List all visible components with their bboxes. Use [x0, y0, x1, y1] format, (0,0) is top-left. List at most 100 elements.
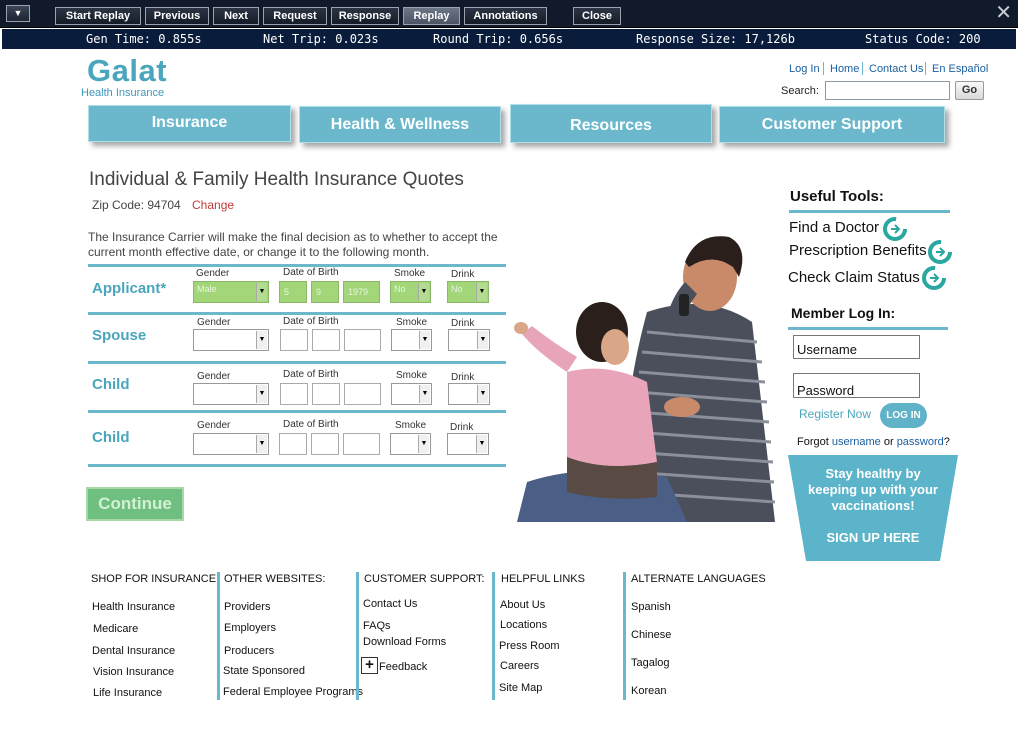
home-link[interactable]: Home: [830, 63, 859, 75]
request-button[interactable]: Request: [263, 7, 327, 25]
footer-link[interactable]: Locations: [500, 619, 547, 631]
footer-link[interactable]: Chinese: [631, 629, 671, 641]
gender-header: Gender: [197, 371, 231, 382]
nav-customer-support[interactable]: Customer Support: [719, 106, 945, 143]
nav-health-wellness[interactable]: Health & Wellness: [299, 106, 501, 143]
nav-resources[interactable]: Resources: [510, 104, 712, 143]
close-button[interactable]: Close: [573, 7, 621, 25]
child-smoke-select[interactable]: ▼: [390, 433, 431, 455]
menu-dropdown-icon[interactable]: ▼: [6, 5, 30, 22]
logo-subtitle: Health Insurance: [81, 87, 165, 99]
child-dob-day[interactable]: [312, 383, 340, 405]
footer-link[interactable]: Tagalog: [631, 657, 670, 669]
spouse-gender-select[interactable]: ▼: [193, 329, 269, 351]
forgot-or: or: [880, 436, 897, 448]
continue-button[interactable]: Continue: [86, 487, 184, 521]
smoke-header: Smoke: [396, 370, 428, 381]
child-drink-select[interactable]: ▼: [448, 383, 490, 405]
child-dob-year[interactable]: [343, 433, 380, 455]
applicant-dob-month[interactable]: 5: [279, 281, 307, 303]
child-dob-year[interactable]: [344, 383, 381, 405]
password-field[interactable]: Password: [793, 373, 920, 398]
child-gender-select[interactable]: ▼: [193, 383, 269, 405]
footer-link[interactable]: Life Insurance: [93, 687, 162, 699]
footer-link[interactable]: Korean: [631, 685, 666, 697]
footer-link[interactable]: Spanish: [631, 601, 671, 613]
footer-link[interactable]: Dental Insurance: [92, 645, 175, 657]
footer-link[interactable]: Press Room: [499, 640, 560, 652]
previous-button[interactable]: Previous: [145, 7, 209, 25]
applicant-gender-value: Male: [197, 284, 217, 294]
start-replay-button[interactable]: Start Replay: [55, 7, 141, 25]
contact-us-link[interactable]: Contact Us: [869, 63, 923, 75]
plus-icon[interactable]: +: [361, 657, 378, 674]
next-button[interactable]: Next: [213, 7, 259, 25]
footer-link[interactable]: Vision Insurance: [93, 666, 174, 678]
footer-link[interactable]: Medicare: [93, 623, 138, 635]
search-input[interactable]: [825, 81, 950, 100]
arrow-right-icon[interactable]: [922, 266, 946, 290]
page-title: Individual & Family Health Insurance Quo…: [89, 169, 464, 190]
spouse-drink-select[interactable]: ▼: [448, 329, 490, 351]
nav-insurance[interactable]: Insurance: [88, 105, 291, 142]
footer-link[interactable]: Careers: [500, 660, 539, 672]
footer-link[interactable]: Contact Us: [363, 598, 417, 610]
footer-languages-heading: ALTERNATE LANGUAGES: [631, 573, 766, 585]
applicant-dob-day[interactable]: 9: [311, 281, 339, 303]
spouse-smoke-select[interactable]: ▼: [391, 329, 432, 351]
prescription-benefits-link[interactable]: Prescription Benefits: [789, 242, 927, 259]
row-divider: [88, 312, 506, 315]
spouse-dob-day[interactable]: [312, 329, 340, 351]
feedback-link[interactable]: Feedback: [379, 661, 427, 673]
login-link[interactable]: Log In: [789, 63, 820, 75]
login-button[interactable]: LOG IN: [880, 403, 927, 428]
child-drink-select[interactable]: ▼: [447, 433, 489, 455]
footer-link[interactable]: Federal Employee Programs: [223, 686, 363, 698]
arrow-right-icon[interactable]: [883, 217, 907, 241]
spouse-dob-month[interactable]: [280, 329, 308, 351]
close-icon[interactable]: ✕: [995, 3, 1012, 23]
applicant-smoke-select[interactable]: No ▼: [390, 281, 431, 303]
username-field[interactable]: Username: [793, 335, 920, 359]
register-now-link[interactable]: Register Now: [799, 407, 871, 421]
chevron-down-icon: ▼: [256, 385, 267, 403]
child-gender-select[interactable]: ▼: [193, 433, 269, 455]
spouse-dob-year[interactable]: [344, 329, 381, 351]
replay-button[interactable]: Replay: [403, 7, 460, 25]
applicant-drink-value: No: [451, 284, 463, 294]
section-divider: [788, 327, 948, 330]
footer-link[interactable]: Site Map: [499, 682, 542, 694]
footer-link[interactable]: Providers: [224, 601, 270, 613]
child-dob-month[interactable]: [280, 383, 308, 405]
sign-up-link[interactable]: SIGN UP HERE: [800, 530, 946, 545]
applicant-dob-year[interactable]: 1979: [343, 281, 380, 303]
net-trip: Net Trip: 0.023s: [263, 32, 379, 46]
child-smoke-select[interactable]: ▼: [391, 383, 432, 405]
spanish-link[interactable]: En Español: [932, 63, 988, 75]
find-doctor-link[interactable]: Find a Doctor: [789, 219, 879, 236]
footer-link[interactable]: Download Forms: [363, 636, 446, 648]
forgot-prefix: Forgot: [797, 436, 832, 448]
response-button[interactable]: Response: [331, 7, 399, 25]
annotations-button[interactable]: Annotations: [464, 7, 547, 25]
forgot-password-link[interactable]: password: [897, 436, 944, 448]
footer-link[interactable]: FAQs: [363, 620, 391, 632]
chevron-down-icon: ▼: [476, 283, 487, 301]
footer-link[interactable]: Employers: [224, 622, 276, 634]
useful-tools-heading: Useful Tools:: [790, 188, 884, 205]
row-divider: [88, 410, 506, 413]
applicant-drink-select[interactable]: No ▼: [447, 281, 489, 303]
applicant-gender-select[interactable]: Male ▼: [193, 281, 269, 303]
change-zip-link[interactable]: Change: [192, 198, 234, 212]
child-dob-day[interactable]: [311, 433, 339, 455]
logo[interactable]: Galat: [87, 53, 167, 89]
footer-link[interactable]: State Sponsored: [223, 665, 305, 677]
arrow-right-icon[interactable]: [928, 240, 952, 264]
search-go-button[interactable]: Go: [955, 81, 984, 100]
child-dob-month[interactable]: [279, 433, 307, 455]
footer-link[interactable]: Health Insurance: [92, 601, 175, 613]
footer-link[interactable]: Producers: [224, 645, 274, 657]
check-claim-status-link[interactable]: Check Claim Status: [788, 269, 920, 286]
footer-link[interactable]: About Us: [500, 599, 545, 611]
forgot-username-link[interactable]: username: [832, 436, 881, 448]
